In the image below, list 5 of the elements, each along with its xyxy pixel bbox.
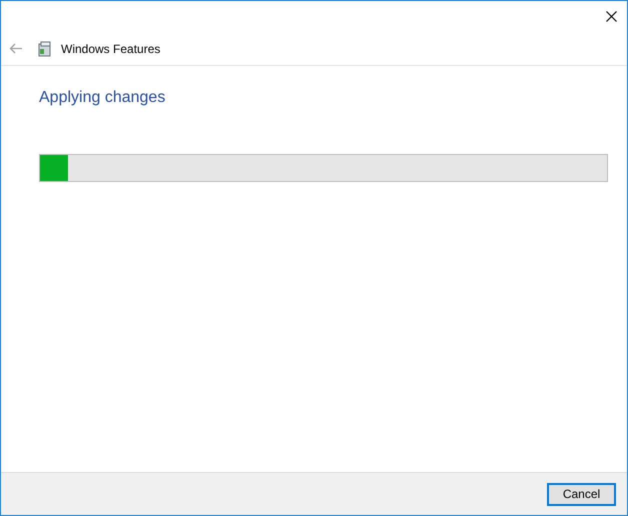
features-box-icon (37, 40, 53, 56)
cancel-button[interactable]: Cancel (547, 482, 616, 506)
status-heading: Applying changes (39, 88, 166, 108)
close-icon[interactable] (606, 10, 617, 22)
window-title: Windows Features (61, 40, 160, 58)
